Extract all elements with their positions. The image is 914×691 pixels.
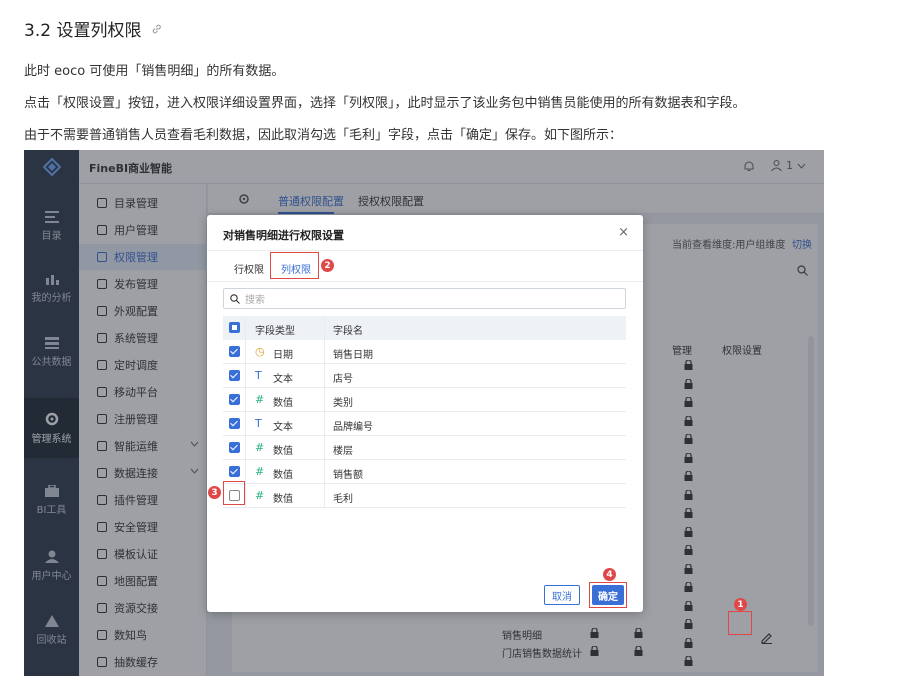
field-name: 类别 <box>333 398 353 409</box>
cancel-button[interactable]: 取消 <box>544 585 580 605</box>
highlight-gross-profit-checkbox <box>223 481 245 505</box>
field-search-input[interactable]: 搜索 <box>223 288 626 309</box>
hash-icon: # <box>255 465 265 478</box>
select-all-checkbox[interactable] <box>229 322 240 333</box>
field-name: 楼层 <box>333 446 353 457</box>
table-body: ◷ 日期 销售日期 T 文本 店号 # 数值 类别 T 文本 品牌编号 # 数值 楼层 # 数值 销售额 # 数值 毛利 <box>223 340 626 508</box>
step-badge-1: 1 <box>734 598 747 611</box>
hash-icon: # <box>255 489 265 502</box>
field-name: 毛利 <box>333 494 353 505</box>
field-checkbox[interactable] <box>229 394 240 405</box>
table-header: 字段类型 字段名 <box>223 316 626 340</box>
table-row: ◷ 日期 销售日期 <box>223 340 626 364</box>
field-checkbox[interactable] <box>229 418 240 429</box>
column-divider <box>324 316 325 508</box>
section-title: 3.2 设置列权限 <box>24 16 163 41</box>
app-screenshot: 目录 我的分析 公共数据 管理系统 BI工具 用户中心 回收站 FineBI商业… <box>24 150 824 676</box>
field-type: 数值 <box>273 494 293 505</box>
paragraph-2: 点击「权限设置」按钮，进入权限详细设置界面，选择「列权限」，此时显示了该业务包中… <box>24 96 746 111</box>
step-badge-2: 2 <box>321 259 334 272</box>
field-name: 店号 <box>333 374 353 385</box>
paragraph-3: 由于不需要普通销售人员查看毛利数据，因此取消勾选「毛利」字段，点击「确定」保存。… <box>24 128 623 143</box>
field-checkbox[interactable] <box>229 346 240 357</box>
highlight-edit-button <box>728 611 752 635</box>
field-name: 品牌编号 <box>333 422 373 433</box>
header-field-name: 字段名 <box>333 326 363 337</box>
field-type: 文本 <box>273 422 293 433</box>
field-type: 日期 <box>273 350 293 361</box>
field-type: 数值 <box>273 446 293 457</box>
field-type: 文本 <box>273 374 293 385</box>
tab-row-permission[interactable]: 行权限 <box>234 261 264 276</box>
link-icon[interactable] <box>151 23 163 35</box>
search-placeholder: 搜索 <box>245 295 265 306</box>
section-title-text: 3.2 设置列权限 <box>24 21 142 41</box>
table-row: # 数值 销售额 <box>223 460 626 484</box>
step-badge-4: 4 <box>603 568 616 581</box>
dialog-title: 对销售明细进行权限设置 <box>223 229 344 242</box>
dialog-divider <box>207 250 643 251</box>
field-type: 数值 <box>273 470 293 481</box>
search-icon <box>230 293 240 304</box>
close-icon[interactable]: × <box>618 225 629 240</box>
hash-icon: # <box>255 393 265 406</box>
hash-icon: # <box>255 441 265 454</box>
table-row: T 文本 店号 <box>223 364 626 388</box>
table-row: # 数值 类别 <box>223 388 626 412</box>
field-checkbox[interactable] <box>229 466 240 477</box>
text-icon: T <box>255 369 262 382</box>
column-divider <box>245 316 246 508</box>
paragraph-1: 此时 eoco 可使用「销售明细」的所有数据。 <box>24 64 285 79</box>
field-name: 销售日期 <box>333 350 373 361</box>
field-checkbox[interactable] <box>229 370 240 381</box>
field-name: 销售额 <box>333 470 363 481</box>
clock-icon: ◷ <box>255 345 265 358</box>
highlight-confirm-button <box>589 582 627 608</box>
header-field-type: 字段类型 <box>255 326 295 337</box>
highlight-column-tab <box>270 252 319 279</box>
table-row: # 数值 毛利 <box>223 484 626 508</box>
table-row: T 文本 品牌编号 <box>223 412 626 436</box>
text-icon: T <box>255 417 262 430</box>
table-row: # 数值 楼层 <box>223 436 626 460</box>
field-type: 数值 <box>273 398 293 409</box>
field-checkbox[interactable] <box>229 442 240 453</box>
permission-dialog: 对销售明细进行权限设置 × 行权限 列权限 2 搜索 字段类型 字段名 ◷ 日期销… <box>207 215 643 612</box>
field-table: 字段类型 字段名 ◷ 日期 销售日期 T 文本 店号 # 数值 类别 T 文本 品牌编号 # 数值 楼层 # 数… <box>223 316 626 508</box>
step-badge-3: 3 <box>208 486 221 499</box>
dialog-tab-divider <box>207 281 643 282</box>
